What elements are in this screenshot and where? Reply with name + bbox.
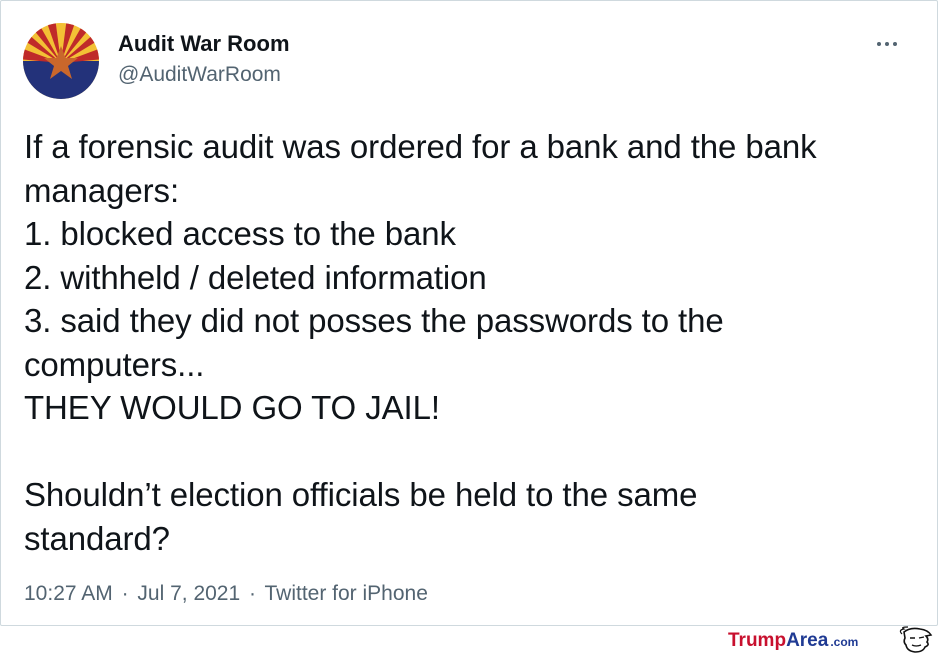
- watermark-blue: Area: [786, 630, 829, 651]
- author-name[interactable]: Audit War Room: [118, 31, 290, 57]
- tweet-card: Audit War Room @AuditWarRoom If a forens…: [0, 0, 938, 626]
- tweet-time[interactable]: 10:27 AM: [24, 582, 113, 605]
- watermark-red: Trump: [728, 630, 787, 651]
- watermark-suffix: .com: [830, 635, 859, 649]
- avatar[interactable]: [23, 23, 99, 99]
- watermark-logo: TrumpArea .com: [728, 630, 858, 652]
- dot: [877, 42, 881, 46]
- tweet-source[interactable]: Twitter for iPhone: [264, 582, 427, 605]
- caricature-face-icon: [899, 626, 933, 653]
- dot: [885, 42, 889, 46]
- arizona-flag-icon: [23, 23, 99, 99]
- meta-separator: ·: [249, 582, 257, 605]
- tweet-text: If a forensic audit was ordered for a ba…: [24, 128, 817, 557]
- tweet-meta: 10:27 AM · Jul 7, 2021 · Twitter for iPh…: [24, 582, 428, 606]
- dot: [893, 42, 897, 46]
- tweet-date[interactable]: Jul 7, 2021: [137, 582, 240, 605]
- author-handle[interactable]: @AuditWarRoom: [118, 63, 281, 87]
- more-options-icon[interactable]: [867, 29, 907, 59]
- meta-separator: ·: [121, 582, 129, 605]
